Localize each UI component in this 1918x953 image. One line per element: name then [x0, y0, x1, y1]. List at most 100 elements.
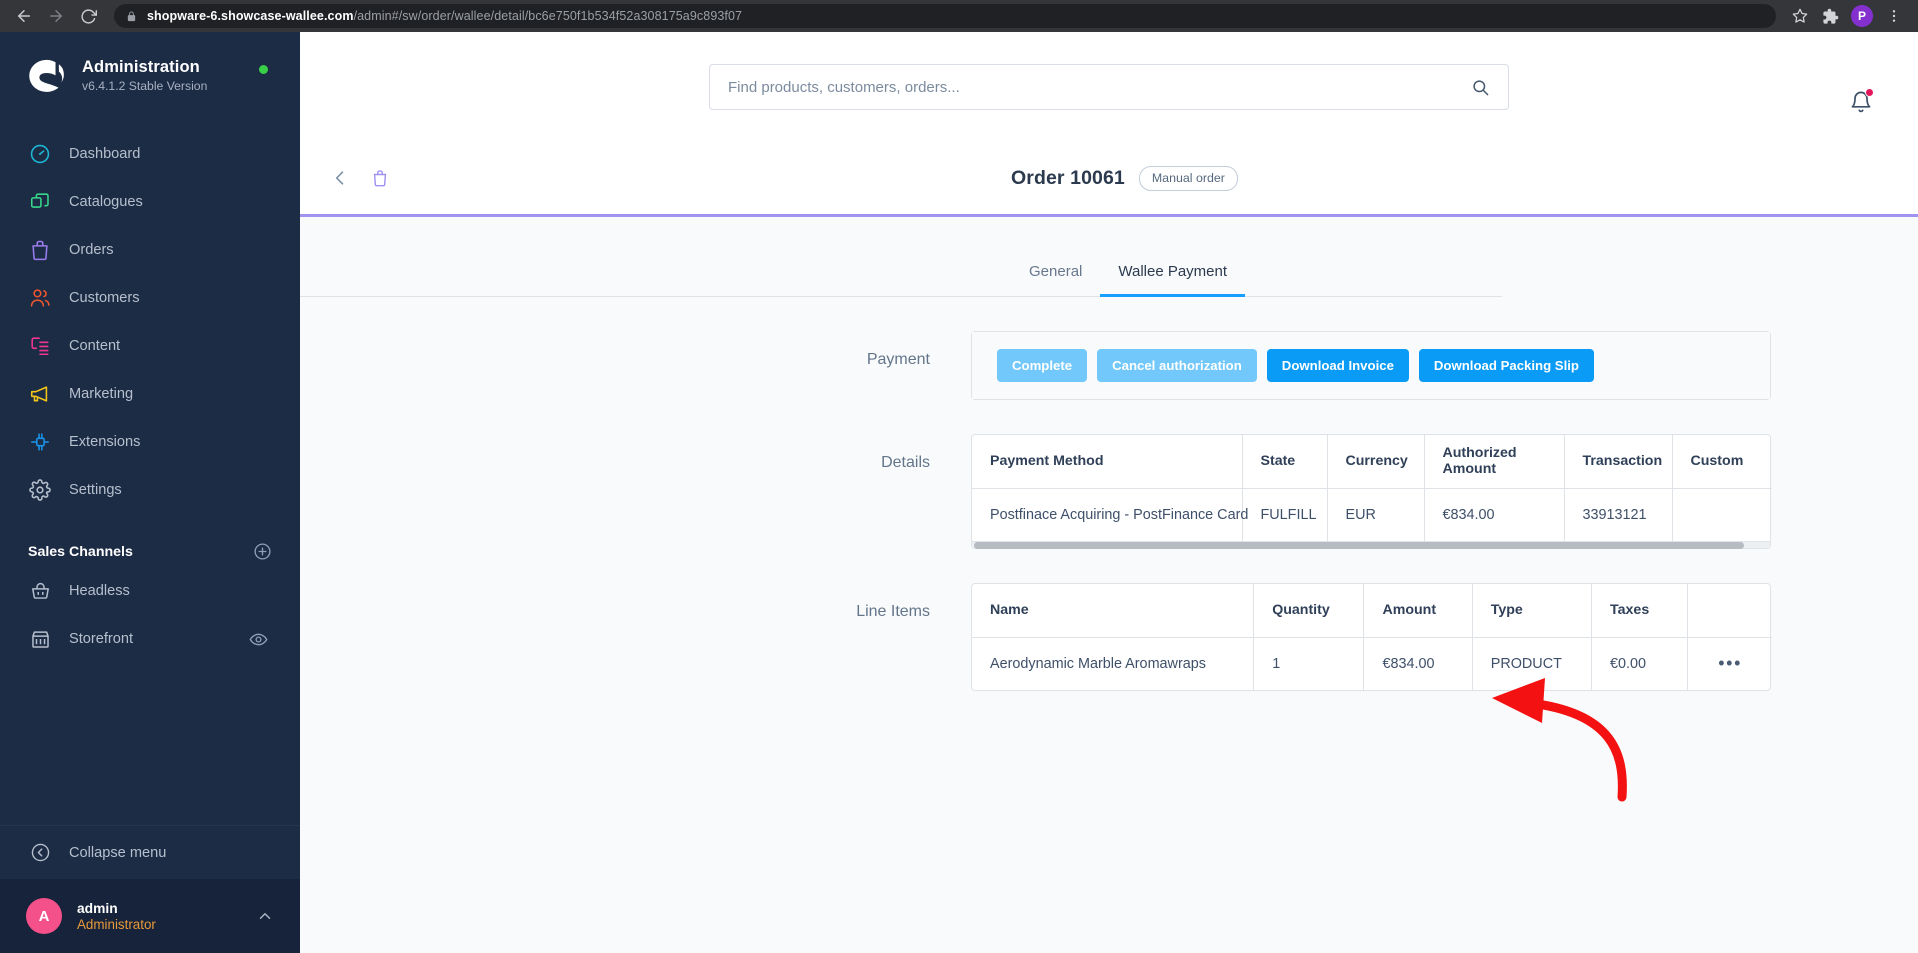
- brand[interactable]: Administration v6.4.1.2 Stable Version: [0, 32, 300, 122]
- download-packing-slip-button[interactable]: Download Packing Slip: [1418, 349, 1594, 382]
- details-cell-custom: [1672, 488, 1772, 541]
- section-label-line-items: Line Items: [856, 603, 930, 620]
- search-input[interactable]: [728, 78, 1471, 96]
- line-items-cell-taxes: €0.00: [1591, 637, 1689, 690]
- section-payment: Payment Complete Cancel authorization Do…: [300, 331, 1918, 400]
- line-items-header-row: Name Quantity Amount Type Taxes: [972, 584, 1772, 638]
- collapse-menu-button[interactable]: Collapse menu: [0, 825, 300, 879]
- address-bar[interactable]: shopware-6.showcase-wallee.com/admin#/sw…: [114, 4, 1776, 28]
- line-items-col-taxes: Taxes: [1591, 584, 1689, 638]
- sidebar-item-label: Extensions: [69, 434, 141, 450]
- content-icon: [27, 335, 53, 357]
- sidebar-item-label: Marketing: [69, 386, 134, 402]
- brand-version: v6.4.1.2 Stable Version: [82, 78, 208, 93]
- global-search[interactable]: [709, 64, 1509, 110]
- section-label-payment: Payment: [866, 351, 930, 368]
- line-items-card: Name Quantity Amount Type Taxes Aerodyna…: [971, 583, 1772, 691]
- tab-wallee-payment[interactable]: Wallee Payment: [1100, 263, 1246, 297]
- application: Administration v6.4.1.2 Stable Version D…: [0, 32, 1918, 953]
- details-cell-transaction: 33913121: [1564, 488, 1673, 541]
- details-table-wrap: Payment Method State Currency Authorized…: [972, 435, 1772, 549]
- page-title-block: Order 10061 Manual order: [1011, 165, 1238, 191]
- line-items-col-quantity: Quantity: [1253, 584, 1365, 638]
- url-path: /admin#/sw/order/wallee/detail/bc6e750f1…: [353, 9, 743, 23]
- sales-channels-title: Sales Channels: [28, 543, 133, 560]
- sidebar-item-customers[interactable]: Customers: [0, 274, 300, 322]
- eye-icon[interactable]: [249, 630, 268, 649]
- details-cell-authorized-amount: €834.00: [1424, 488, 1565, 541]
- sidebar-item-label: Headless: [69, 583, 130, 599]
- customers-icon: [27, 287, 53, 309]
- download-invoice-button[interactable]: Download Invoice: [1266, 349, 1409, 382]
- gear-icon: [27, 479, 53, 501]
- sidebar-item-settings[interactable]: Settings: [0, 466, 300, 514]
- chevron-up-icon[interactable]: [256, 907, 274, 925]
- order-bag-icon[interactable]: [370, 168, 390, 188]
- sidebar-item-label: Dashboard: [69, 146, 141, 162]
- browser-reload-button[interactable]: [74, 2, 102, 30]
- user-meta: admin Administrator: [77, 901, 256, 932]
- browser-back-button[interactable]: [10, 2, 38, 30]
- section-details: Details Payment Method State Currency Au…: [300, 434, 1918, 549]
- page-title: Order 10061: [1011, 166, 1125, 189]
- sidebar-item-marketing[interactable]: Marketing: [0, 370, 300, 418]
- star-icon[interactable]: [1786, 2, 1814, 30]
- sidebar: Administration v6.4.1.2 Stable Version D…: [0, 32, 300, 953]
- payment-body: Complete Cancel authorization Download I…: [971, 331, 1771, 400]
- basket-icon: [27, 581, 53, 602]
- details-card: Payment Method State Currency Authorized…: [971, 434, 1772, 549]
- details-body: Payment Method State Currency Authorized…: [971, 434, 1772, 549]
- sidebar-item-label: Orders: [69, 242, 114, 258]
- extensions-icon: [27, 431, 53, 453]
- tab-general[interactable]: General: [1011, 263, 1100, 297]
- line-items-table: Name Quantity Amount Type Taxes Aerodyna…: [972, 584, 1772, 690]
- kebab-menu-icon[interactable]: [1880, 2, 1908, 30]
- sidebar-item-orders[interactable]: Orders: [0, 226, 300, 274]
- user-role: Administrator: [77, 916, 156, 932]
- sales-channels-header: Sales Channels: [0, 514, 300, 567]
- tab-bar: General Wallee Payment: [300, 234, 1502, 297]
- details-col-currency: Currency: [1327, 435, 1425, 489]
- details-cell-currency: EUR: [1327, 488, 1425, 541]
- page-header: Order 10061 Manual order: [300, 142, 1918, 217]
- scrollbar-thumb[interactable]: [974, 542, 1744, 549]
- sidebar-item-headless[interactable]: Headless: [0, 567, 300, 615]
- payment-card: Complete Cancel authorization Download I…: [971, 331, 1771, 400]
- user-menu[interactable]: A admin Administrator: [0, 879, 300, 953]
- row-actions-button[interactable]: •••: [1718, 653, 1742, 673]
- line-items-cell-name: Aerodynamic Marble Aromawraps: [972, 637, 1255, 690]
- browser-actions: P: [1786, 2, 1908, 30]
- sidebar-item-catalogues[interactable]: Catalogues: [0, 178, 300, 226]
- table-row: Aerodynamic Marble Aromawraps 1 €834.00 …: [972, 637, 1772, 690]
- orders-icon: [27, 239, 53, 261]
- line-items-col-name: Name: [972, 584, 1255, 638]
- puzzle-icon[interactable]: [1816, 2, 1844, 30]
- chevron-left-icon: [335, 171, 344, 185]
- line-items-cell-type: PRODUCT: [1472, 637, 1593, 690]
- catalogues-icon: [27, 191, 53, 213]
- horizontal-scrollbar[interactable]: [972, 541, 1770, 549]
- plus-circle-icon[interactable]: [253, 542, 272, 561]
- back-button[interactable]: [330, 168, 350, 188]
- section-line-items: Line Items Name Quantity Amount Type Tax…: [300, 583, 1918, 691]
- search-icon[interactable]: [1471, 78, 1490, 97]
- sidebar-item-dashboard[interactable]: Dashboard: [0, 130, 300, 178]
- sidebar-item-content[interactable]: Content: [0, 322, 300, 370]
- cancel-authorization-button[interactable]: Cancel authorization: [1097, 349, 1257, 382]
- status-dot: [259, 65, 268, 74]
- complete-button[interactable]: Complete: [997, 349, 1088, 382]
- sidebar-item-label: Customers: [69, 290, 140, 306]
- notifications-button[interactable]: [1849, 88, 1874, 119]
- browser-profile-avatar[interactable]: P: [1851, 5, 1873, 27]
- avatar: A: [26, 898, 62, 934]
- browser-forward-button[interactable]: [42, 2, 70, 30]
- details-table: Payment Method State Currency Authorized…: [972, 435, 1772, 541]
- details-cell-payment-method: Postfinace Acquiring - PostFinance Card: [972, 488, 1248, 541]
- table-row: Postfinace Acquiring - PostFinance Card …: [972, 488, 1772, 541]
- sidebar-item-storefront[interactable]: Storefront: [0, 615, 300, 663]
- section-label-details: Details: [881, 454, 930, 471]
- url-domain: shopware-6.showcase-wallee.com: [147, 9, 354, 23]
- url-text: shopware-6.showcase-wallee.com/admin#/sw…: [147, 9, 742, 23]
- details-header-row: Payment Method State Currency Authorized…: [972, 435, 1772, 489]
- sidebar-item-extensions[interactable]: Extensions: [0, 418, 300, 466]
